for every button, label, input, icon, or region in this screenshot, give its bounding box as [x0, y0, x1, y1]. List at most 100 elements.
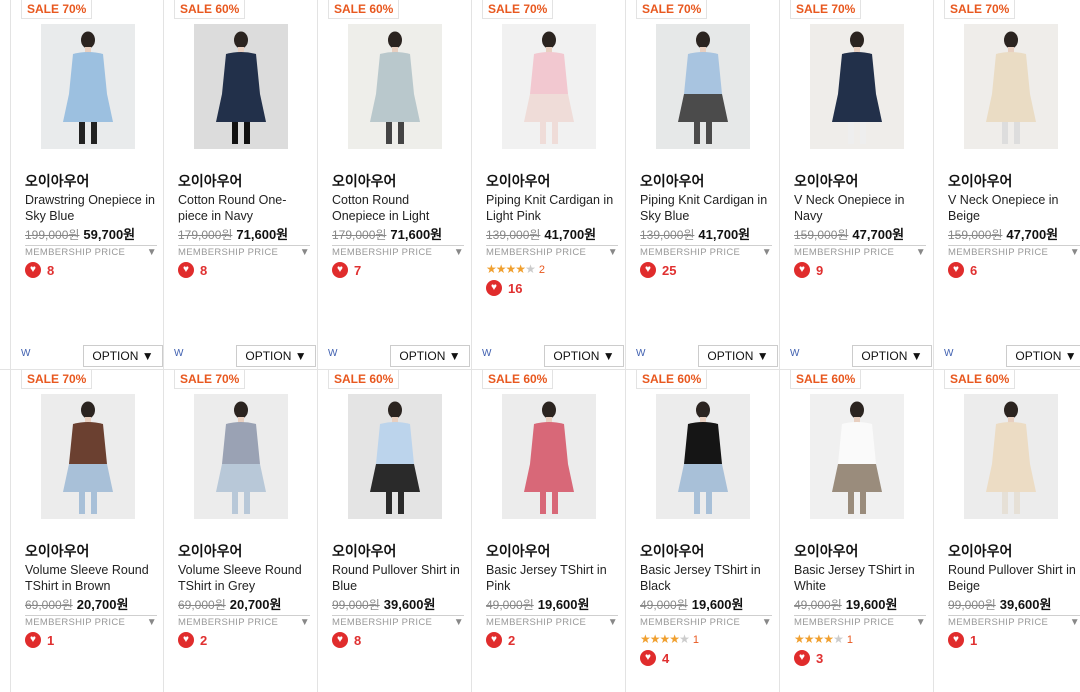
like-button[interactable]: ♥ 2: [178, 632, 207, 648]
product-image[interactable]: [656, 24, 750, 149]
like-button[interactable]: ♥ 1: [25, 632, 54, 648]
membership-price-toggle[interactable]: MEMBERSHIP PRICE ▼: [332, 617, 464, 628]
like-button[interactable]: ♥ 8: [178, 262, 207, 278]
brand-name[interactable]: 오이아우어: [25, 171, 89, 191]
brand-name[interactable]: 오이아우어: [332, 541, 396, 561]
membership-price-toggle[interactable]: MEMBERSHIP PRICE ▼: [640, 617, 772, 628]
brand-name[interactable]: 오이아우어: [948, 541, 1012, 561]
like-count: 3: [816, 650, 824, 666]
brand-name[interactable]: 오이아우어: [178, 171, 242, 191]
membership-price-toggle[interactable]: MEMBERSHIP PRICE ▼: [25, 247, 157, 258]
like-button[interactable]: ♥ 9: [794, 262, 823, 278]
product-name[interactable]: Volume Sleeve Round TShirt in Grey: [178, 562, 308, 594]
brand-name[interactable]: 오이아우어: [948, 171, 1012, 191]
product-image[interactable]: [964, 24, 1058, 149]
brand-name[interactable]: 오이아우어: [794, 541, 858, 561]
product-image[interactable]: [810, 24, 904, 149]
membership-price-toggle[interactable]: MEMBERSHIP PRICE ▼: [948, 617, 1080, 628]
product-image[interactable]: [810, 394, 904, 519]
product-name[interactable]: Cotton Round One-piece in Navy: [178, 192, 308, 224]
like-button[interactable]: ♥ 6: [948, 262, 977, 278]
heart-icon: ♥: [640, 262, 656, 278]
product-card[interactable]: SALE 70% 오이아우어 V Neck Onepiece in Navy 159,…: [780, 0, 934, 369]
membership-price-toggle[interactable]: MEMBERSHIP PRICE ▼: [794, 247, 926, 258]
option-button[interactable]: OPTION ▼: [390, 345, 470, 367]
option-button[interactable]: OPTION ▼: [236, 345, 316, 367]
brand-name[interactable]: 오이아우어: [640, 541, 704, 561]
product-card[interactable]: SALE 60% 오이아우어 Basic Jersey TShirt in Whit…: [780, 370, 934, 692]
like-button[interactable]: ♥ 7: [332, 262, 361, 278]
product-card[interactable]: SALE 60% 오이아우어 Round Pullover Shirt in Bei…: [934, 370, 1080, 692]
membership-price-toggle[interactable]: MEMBERSHIP PRICE ▼: [486, 617, 618, 628]
product-image[interactable]: [41, 24, 135, 149]
brand-name[interactable]: 오이아우어: [486, 171, 550, 191]
price-row: 139,000원 41,700원: [640, 224, 772, 246]
product-name[interactable]: V Neck Onepiece in Beige: [948, 192, 1078, 224]
product-name[interactable]: Drawstring Onepiece in Sky Blue: [25, 192, 155, 224]
product-image[interactable]: [502, 24, 596, 149]
product-card[interactable]: SALE 70% 오이아우어 Volume Sleeve Round TShirt …: [10, 370, 164, 692]
star-icon: ★: [803, 632, 815, 646]
brand-name[interactable]: 오이아우어: [332, 171, 396, 191]
option-button[interactable]: OPTION ▼: [83, 345, 163, 367]
product-name[interactable]: Cotton Round Onepiece in Light: [332, 192, 462, 224]
w-badge: W: [174, 348, 184, 359]
product-card[interactable]: SALE 60% 오이아우어 Round Pullover Shirt in Blu…: [318, 370, 472, 692]
membership-price-toggle[interactable]: MEMBERSHIP PRICE ▼: [794, 617, 926, 628]
product-name[interactable]: Basic Jersey TShirt in Black: [640, 562, 770, 594]
product-card[interactable]: SALE 70% 오이아우어 V Neck Onepiece in Beige 159…: [934, 0, 1080, 369]
product-image[interactable]: [656, 394, 750, 519]
brand-name[interactable]: 오이아우어: [640, 171, 704, 191]
like-button[interactable]: ♥ 8: [25, 262, 54, 278]
membership-price-toggle[interactable]: MEMBERSHIP PRICE ▼: [640, 247, 772, 258]
option-button[interactable]: OPTION ▼: [698, 345, 778, 367]
product-card[interactable]: SALE 60% 오이아우어 Basic Jersey TShirt in Blac…: [626, 370, 780, 692]
membership-price-label: MEMBERSHIP PRICE: [640, 617, 741, 628]
brand-name[interactable]: 오이아우어: [794, 171, 858, 191]
product-image[interactable]: [41, 394, 135, 519]
membership-price-toggle[interactable]: MEMBERSHIP PRICE ▼: [332, 247, 464, 258]
product-card[interactable]: SALE 70% 오이아우어 Piping Knit Cardigan in Sky…: [626, 0, 780, 369]
product-image[interactable]: [502, 394, 596, 519]
brand-name[interactable]: 오이아우어: [25, 541, 89, 561]
product-name[interactable]: Round Pullover Shirt in Beige: [948, 562, 1078, 594]
chevron-down-icon: ▼: [607, 617, 618, 628]
product-name[interactable]: V Neck Onepiece in Navy: [794, 192, 924, 224]
option-button[interactable]: OPTION ▼: [544, 345, 624, 367]
like-button[interactable]: ♥ 8: [332, 632, 361, 648]
product-name[interactable]: Basic Jersey TShirt in White: [794, 562, 924, 594]
like-button[interactable]: ♥ 3: [794, 650, 823, 666]
product-image[interactable]: [348, 24, 442, 149]
product-card[interactable]: SALE 60% 오이아우어 Cotton Round One-piece in N…: [164, 0, 318, 369]
product-card[interactable]: SALE 70% 오이아우어 Piping Knit Cardigan in Lig…: [472, 0, 626, 369]
product-image[interactable]: [194, 394, 288, 519]
product-name[interactable]: Piping Knit Cardigan in Light Pink: [486, 192, 616, 224]
sale-price: 19,600원: [845, 597, 898, 612]
option-button[interactable]: OPTION ▼: [852, 345, 932, 367]
product-name[interactable]: Round Pullover Shirt in Blue: [332, 562, 462, 594]
product-card[interactable]: SALE 60% 오이아우어 Cotton Round Onepiece in Li…: [318, 0, 472, 369]
brand-name[interactable]: 오이아우어: [178, 541, 242, 561]
product-card[interactable]: SALE 70% 오이아우어 Drawstring Onepiece in Sky …: [10, 0, 164, 369]
like-button[interactable]: ♥ 2: [486, 632, 515, 648]
like-button[interactable]: ♥ 4: [640, 650, 669, 666]
membership-price-toggle[interactable]: MEMBERSHIP PRICE ▼: [178, 247, 310, 258]
like-count: 1: [970, 632, 978, 648]
like-button[interactable]: ♥ 1: [948, 632, 977, 648]
like-button[interactable]: ♥ 25: [640, 262, 676, 278]
product-name[interactable]: Volume Sleeve Round TShirt in Brown: [25, 562, 155, 594]
membership-price-toggle[interactable]: MEMBERSHIP PRICE ▼: [948, 247, 1080, 258]
product-card[interactable]: SALE 60% 오이아우어 Basic Jersey TShirt in Pink…: [472, 370, 626, 692]
product-image[interactable]: [194, 24, 288, 149]
product-card[interactable]: SALE 70% 오이아우어 Volume Sleeve Round TShirt …: [164, 370, 318, 692]
product-name[interactable]: Piping Knit Cardigan in Sky Blue: [640, 192, 770, 224]
membership-price-toggle[interactable]: MEMBERSHIP PRICE ▼: [25, 617, 157, 628]
brand-name[interactable]: 오이아우어: [486, 541, 550, 561]
product-image[interactable]: [964, 394, 1058, 519]
membership-price-toggle[interactable]: MEMBERSHIP PRICE ▼: [178, 617, 310, 628]
membership-price-toggle[interactable]: MEMBERSHIP PRICE ▼: [486, 247, 618, 258]
product-name[interactable]: Basic Jersey TShirt in Pink: [486, 562, 616, 594]
option-button[interactable]: OPTION ▼: [1006, 345, 1080, 367]
product-image[interactable]: [348, 394, 442, 519]
like-button[interactable]: ♥ 16: [486, 280, 522, 296]
